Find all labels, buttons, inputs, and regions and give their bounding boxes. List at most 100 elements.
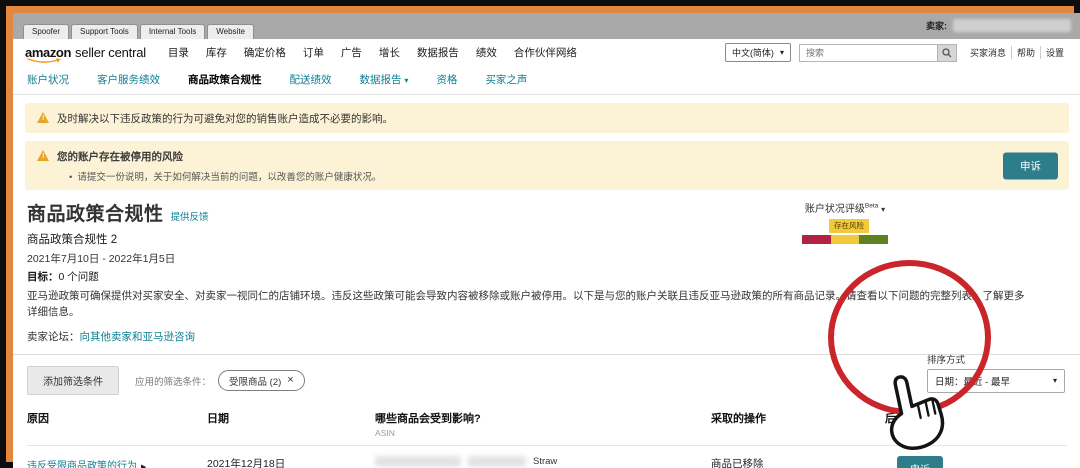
seller-label: 卖家: (926, 19, 947, 32)
amazon-seller-central-logo[interactable]: amazon seller central (25, 45, 146, 60)
subnav-account-status[interactable]: 账户状况 (27, 72, 69, 87)
nav-growth[interactable]: 增长 (379, 45, 400, 60)
nav-reports[interactable]: 数据报告 (417, 45, 459, 60)
amazon-smile-icon (26, 58, 62, 64)
col-header-reason: 原因 (27, 410, 207, 438)
subnav-voice-of-customer[interactable]: 买家之声 (485, 72, 527, 87)
violation-reason-link[interactable]: 违反受限商品政策的行为 (27, 461, 137, 468)
seller-central-wordmark: seller central (75, 45, 146, 60)
account-health-subnav: 账户状况 客户服务绩效 商品政策合规性 配送绩效 数据报告 ▾ 资格 买家之声 (13, 66, 1080, 95)
product-name-redacted (375, 456, 461, 467)
health-bar-green-segment (859, 235, 888, 244)
subnav-product-policy-compliance[interactable]: 商品政策合规性 (188, 72, 262, 87)
seller-central-page: Spoofer Support Tools Internal Tools Web… (13, 13, 1080, 468)
nav-advertising[interactable]: 广告 (341, 45, 362, 60)
orange-frame: Spoofer Support Tools Internal Tools Web… (6, 6, 1074, 462)
nav-orders[interactable]: 订单 (303, 45, 324, 60)
asin-sublabel: ASIN (375, 428, 711, 438)
chevron-down-icon: ▾ (1053, 376, 1057, 385)
risk-status-badge: 存在风险 (829, 219, 869, 233)
search-input[interactable] (799, 44, 937, 62)
chevron-down-icon: ▾ (404, 76, 408, 85)
seller-identity: 卖家: (926, 19, 1071, 32)
deactivation-risk-banner: 您的账户存在被停用的风险 请提交一份说明，关于如何解决当前的问题，以改善您的账户… (25, 141, 1069, 190)
account-health-rating: 账户状况评级Beta ▾ 存在风险 (779, 200, 911, 244)
expand-arrow-icon[interactable]: ▶ (141, 464, 146, 468)
buyer-messages-link[interactable]: 买家消息 (965, 46, 1011, 59)
health-bar-red-segment (802, 235, 831, 244)
search-icon (942, 48, 952, 58)
violations-table: 原因 日期 哪些商品会受到影响?ASIN 采取的操作 后续步骤 违反受限商品政策… (27, 404, 1067, 468)
browser-tab-internal-tools[interactable]: Internal Tools (140, 24, 205, 39)
warning-triangle-icon (37, 112, 50, 123)
subnav-customer-service[interactable]: 客户服务绩效 (97, 72, 160, 87)
sort-control: 排序方式 日期：最近 - 最早 ▾ (927, 352, 1065, 393)
page-title: 商品政策合规性 (27, 204, 164, 225)
close-icon[interactable]: × (287, 375, 293, 386)
col-header-date: 日期 (207, 410, 375, 438)
overview-section: 商品政策合规性提供反馈 商品政策合规性 2 2021年7月10日 - 2022年… (27, 199, 1067, 344)
appeal-button[interactable]: 申诉 (897, 456, 943, 468)
forum-link[interactable]: 向其他卖家和亚马逊咨询 (80, 331, 196, 343)
goal-value: 0 个问题 (59, 271, 99, 283)
product-name-redacted (468, 456, 526, 467)
chevron-down-icon: ▾ (881, 205, 885, 214)
chevron-down-icon: ▾ (780, 48, 784, 57)
main-header: amazon seller central 目录 库存 确定价格 订单 广告 增… (13, 39, 1080, 66)
header-right: 中文(简体) ▾ 买家消息 帮助 设置 (725, 43, 1069, 62)
browser-tab-support-tools[interactable]: Support Tools (71, 24, 138, 39)
amazon-wordmark: amazon (25, 45, 71, 60)
policy-warning-banner: 及时解决以下违反政策的行为可避免对您的销售账户造成不必要的影响。 (25, 103, 1069, 133)
goal-label: 目标： (27, 271, 59, 283)
table-row: 违反受限商品政策的行为 ▶ 2021年12月18日 Straw 商品已移除 申诉 … (27, 445, 1067, 468)
language-select[interactable]: 中文(简体) ▾ (725, 43, 791, 62)
screenshot-frame: Spoofer Support Tools Internal Tools Web… (0, 0, 1080, 468)
seller-name-redacted (953, 19, 1071, 32)
nav-pricing[interactable]: 确定价格 (244, 45, 286, 60)
risk-title: 您的账户存在被停用的风险 (57, 151, 183, 163)
restricted-products-filter-pill[interactable]: 受限商品 (2) × (218, 370, 305, 391)
health-rating-title[interactable]: 账户状况评级Beta ▾ (779, 200, 911, 215)
sort-select[interactable]: 日期：最近 - 最早 ▾ (927, 369, 1065, 393)
date-range: 2021年7月10日 - 2022年1月5日 (27, 251, 1067, 266)
subnav-reports[interactable]: 数据报告 ▾ (360, 72, 409, 87)
nav-inventory[interactable]: 库存 (206, 45, 227, 60)
nav-performance[interactable]: 绩效 (476, 45, 497, 60)
nav-partner-network[interactable]: 合作伙伴网络 (514, 45, 577, 60)
warning-text: 及时解决以下违反政策的行为可避免对您的销售账户造成不必要的影响。 (57, 113, 393, 125)
subnav-shipping-performance[interactable]: 配送绩效 (290, 72, 332, 87)
forum-line: 卖家论坛：向其他卖家和亚马逊咨询 (27, 329, 1067, 344)
col-header-products: 哪些商品会受到影响?ASIN (375, 410, 711, 438)
col-header-action: 采取的操作 (711, 410, 885, 438)
sort-label: 排序方式 (927, 352, 1065, 366)
forum-label: 卖家论坛： (27, 331, 80, 343)
search-button[interactable] (937, 44, 957, 62)
goal-line: 目标：0 个问题 (27, 269, 1067, 284)
table-header-row: 原因 日期 哪些商品会受到影响?ASIN 采取的操作 后续步骤 (27, 404, 1067, 445)
col-header-next-steps: 后续步骤 (885, 410, 1067, 438)
appeal-button[interactable]: 申诉 (1003, 152, 1058, 179)
risk-detail: 请提交一份说明，关于如何解决当前的问题，以改善您的账户健康状况。 (69, 169, 1057, 183)
header-links: 买家消息 帮助 设置 (965, 46, 1069, 59)
warning-triangle-icon (37, 150, 50, 161)
browser-bar: Spoofer Support Tools Internal Tools Web… (13, 13, 1080, 39)
help-link[interactable]: 帮助 (1011, 46, 1040, 59)
filter-row: 添加筛选条件 应用的筛选条件： 受限商品 (2) × 排序方式 日期：最近 - … (27, 364, 1067, 398)
action-taken: 商品已移除 (711, 456, 885, 468)
next-steps-cell: 申诉 查看来源 (885, 456, 1067, 468)
applied-filters-label: 应用的筛选条件： (135, 374, 211, 388)
add-filter-button[interactable]: 添加筛选条件 (27, 366, 119, 395)
browser-tab-website[interactable]: Website (207, 24, 254, 39)
health-bar-yellow-segment (831, 235, 860, 244)
header-search (799, 44, 957, 62)
feedback-link[interactable]: 提供反馈 (171, 212, 209, 223)
overview-subtitle: 商品政策合规性 2 (27, 231, 1067, 247)
subnav-eligibility[interactable]: 资格 (436, 72, 457, 87)
affected-product-cell: Straw (375, 456, 711, 467)
browser-tab-spoofer[interactable]: Spoofer (23, 24, 69, 39)
nav-catalog[interactable]: 目录 (168, 45, 189, 60)
settings-link[interactable]: 设置 (1040, 46, 1069, 59)
product-name-visible: Straw (533, 456, 557, 467)
violation-date: 2021年12月18日 (207, 456, 375, 468)
beta-tag: Beta (865, 203, 878, 210)
